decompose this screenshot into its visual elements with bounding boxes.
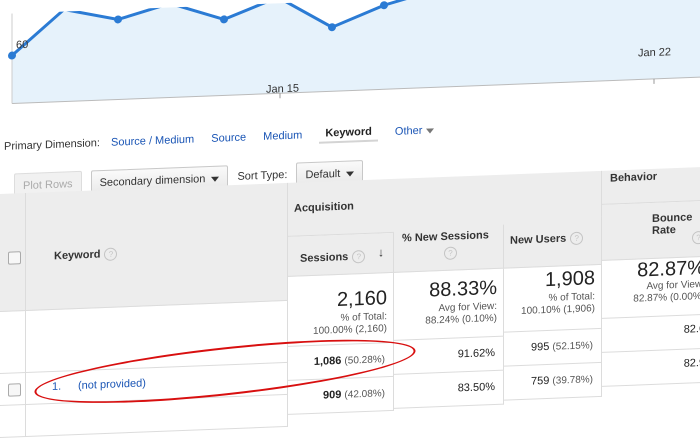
new-users-header-text: New Users? — [510, 231, 584, 248]
dimension-other-label: Other — [394, 124, 423, 138]
help-icon[interactable]: ? — [444, 246, 457, 260]
total-new-users-sub2: 100.10% (1,906) — [521, 303, 595, 317]
chevron-down-icon — [426, 127, 435, 134]
row1-new-users-pct: (52.15%) — [552, 340, 593, 353]
behavior-group-label: Behavior — [610, 170, 658, 185]
row1-new-sessions: 91.62% — [457, 346, 495, 361]
row2-new-users: 759 — [531, 374, 550, 388]
row2-bounce-rate-cell: 82.95% — [602, 348, 700, 387]
sessions-line-chart: 60 Jan 15 Jan 22 — [0, 0, 700, 114]
keyword-header-label: Keyword — [54, 248, 101, 263]
row1-new-users: 995 — [531, 340, 550, 354]
total-sessions-value: 2,160 — [336, 287, 387, 312]
row2-sessions-value: 909 (42.08%) — [323, 387, 385, 401]
y-axis-tick: 60 — [16, 38, 29, 52]
totals-new-users-cell: 1,908 % of Total: 100.10% (1,906) — [504, 264, 602, 333]
row2-bounce-rate: 82.95% — [683, 356, 700, 370]
sort-type-value: Default — [305, 167, 341, 182]
header-checkbox-cell — [0, 193, 26, 312]
total-bounce-rate-sub2: 82.87% (0.00%) — [633, 290, 700, 305]
total-new-sessions-sub2: 88.24% (0.10%) — [425, 312, 497, 327]
total-new-sessions-value: 88.33% — [429, 276, 497, 302]
row2-checkbox-cell — [0, 405, 26, 438]
totals-checkbox-cell — [0, 311, 26, 374]
totals-sessions-cell: 2,160 % of Total: 100.00% (2,160) — [288, 272, 394, 347]
total-new-users-value: 1,908 — [544, 267, 595, 292]
row1-bounce-rate: 82.60% — [683, 322, 700, 336]
total-sessions-sub2: 100.00% (2,160) — [313, 323, 387, 337]
column-header-keyword: Keyword? — [54, 247, 118, 263]
dimension-other-dropdown[interactable]: Other — [395, 124, 435, 138]
sort-descending-icon[interactable]: ↓ — [378, 245, 384, 259]
row1-new-users-value: 995 (52.15%) — [531, 339, 593, 353]
x-axis-tick-jan15: Jan 15 — [266, 82, 300, 96]
primary-dimension-bar: Primary Dimension: Source / Medium Sourc… — [4, 121, 435, 158]
select-all-checkbox[interactable] — [8, 251, 21, 265]
dimension-medium[interactable]: Medium — [263, 129, 302, 143]
help-icon[interactable]: ? — [570, 231, 584, 246]
totals-new-sessions-cell: 88.33% Avg for View: 88.24% (0.10%) — [394, 268, 504, 341]
row2-new-sessions-cell: 83.50% — [394, 370, 504, 409]
sessions-header-label: Sessions — [300, 251, 349, 265]
chevron-down-icon — [346, 170, 355, 177]
dimension-source[interactable]: Source — [211, 132, 246, 145]
keyword-report-table: Keyword? Acquisition Behavior Sessions? … — [0, 166, 700, 438]
column-header-bounce-rate[interactable]: Bounce Rate ? — [602, 200, 700, 261]
chart-svg — [8, 0, 700, 105]
row1-bounce-rate-cell: 82.60% — [602, 314, 700, 353]
sort-type-label: Sort Type: — [237, 168, 288, 183]
primary-dimension-label: Primary Dimension: — [4, 137, 100, 153]
behavior-group-header: Behavior — [602, 166, 700, 205]
column-header-sessions[interactable]: Sessions? ↓ — [288, 232, 394, 277]
chevron-down-icon — [211, 176, 220, 182]
row2-sessions-pct: (42.08%) — [344, 388, 385, 401]
row2-new-users-value: 759 (39.78%) — [531, 373, 593, 387]
dimension-keyword-active[interactable]: Keyword — [319, 123, 378, 144]
help-icon[interactable]: ? — [692, 230, 700, 245]
column-header-new-users[interactable]: New Users? — [504, 216, 602, 269]
header-keyword-cell[interactable]: Keyword? — [26, 182, 288, 312]
column-header-new-sessions[interactable]: % New Sessions ? — [394, 224, 504, 273]
row2-new-users-pct: (39.78%) — [552, 374, 593, 387]
row1-checkbox-cell — [0, 373, 26, 406]
row-checkbox[interactable] — [8, 383, 21, 397]
analytics-report: 60 Jan 15 Jan 22 Primary Dimension: Sour… — [0, 0, 700, 438]
acquisition-group-label: Acquisition — [294, 200, 354, 215]
row2-new-users-cell: 759 (39.78%) — [504, 362, 602, 401]
x-axis-tick-jan22: Jan 22 — [638, 46, 672, 60]
new-sessions-header-label: % New Sessions — [402, 229, 489, 245]
sessions-header-text: Sessions? — [300, 249, 366, 266]
help-icon[interactable]: ? — [104, 247, 118, 261]
totals-bounce-rate-cell: 82.87% Avg for View: 82.87% (0.00%) — [602, 256, 700, 319]
dimension-source-medium[interactable]: Source / Medium — [111, 134, 194, 149]
help-icon[interactable]: ? — [352, 249, 366, 264]
row1-new-users-cell: 995 (52.15%) — [504, 328, 602, 367]
new-users-header-label: New Users — [510, 232, 567, 247]
row2-new-sessions: 83.50% — [457, 380, 495, 395]
